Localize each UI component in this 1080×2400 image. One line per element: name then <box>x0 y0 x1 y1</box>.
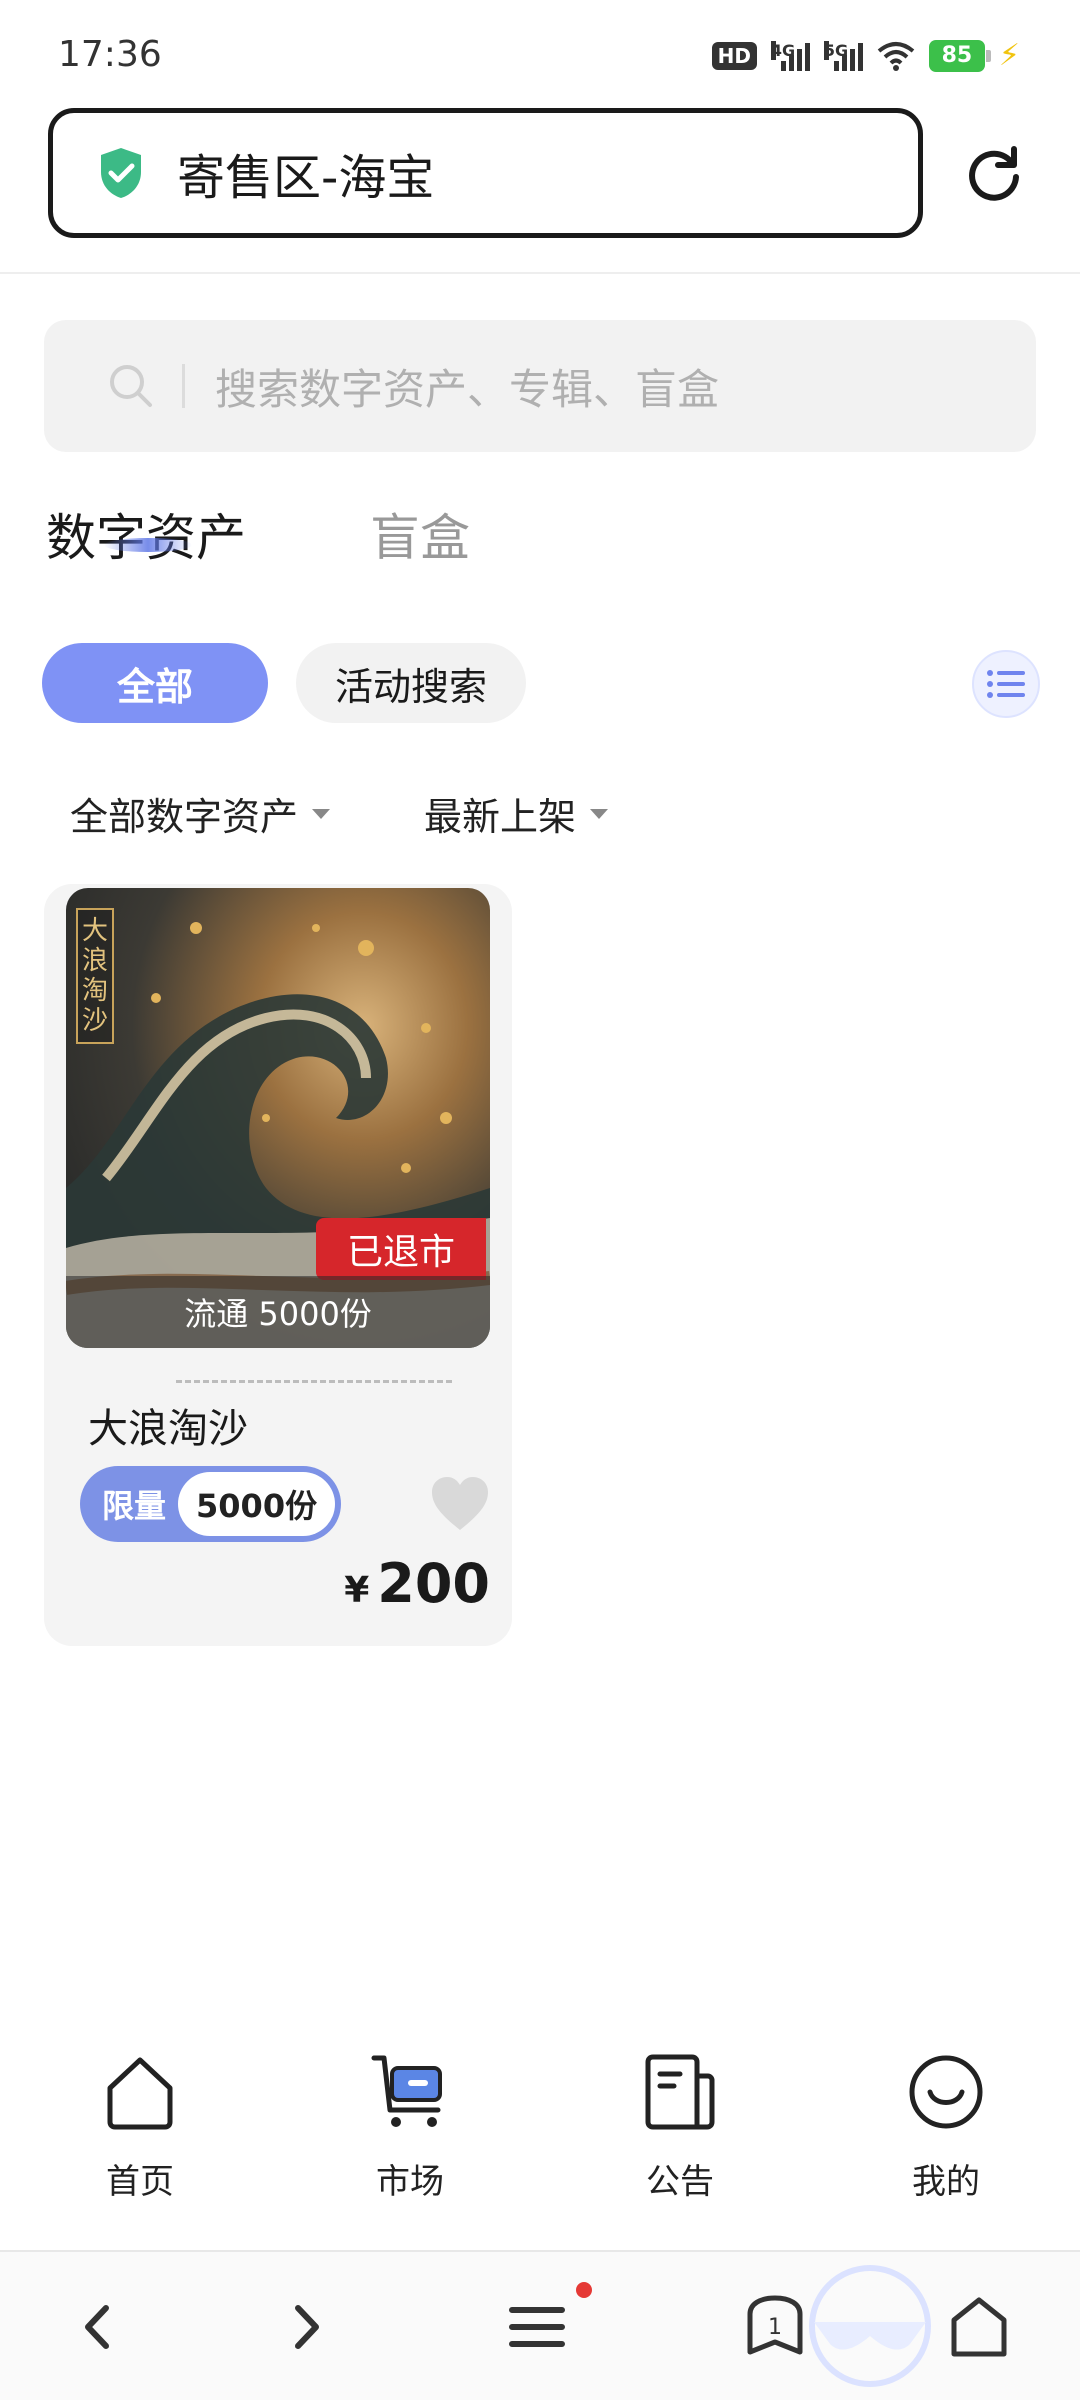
wifi-icon <box>877 41 915 71</box>
nav-item-home[interactable]: 首页 <box>40 2036 240 2203</box>
category-dropdown[interactable]: 全部数字资产 <box>70 786 331 841</box>
nav-label-home: 首页 <box>106 2162 174 2202</box>
search-icon <box>110 365 152 407</box>
product-image: 大浪淘沙 已退市 流通 5000份 <box>66 888 490 1348</box>
filter-activity-search-chip[interactable]: 活动搜索 <box>296 643 526 723</box>
hd-icon: HD <box>711 41 757 70</box>
favorite-heart-icon[interactable] <box>430 1476 490 1532</box>
header-divider <box>0 272 1080 274</box>
list-view-toggle[interactable] <box>972 650 1040 718</box>
search-placeholder: 搜索数字资产、专辑、盲盒 <box>215 364 720 414</box>
card-divider <box>176 1380 452 1383</box>
circulation-label: 流通 5000份 <box>66 1276 490 1348</box>
profile-icon <box>909 2055 983 2129</box>
sort-order-dropdown[interactable]: 最新上架 <box>424 786 609 841</box>
tab-digital-assets[interactable]: 数字资产 <box>46 498 246 570</box>
shield-check-icon <box>101 148 141 198</box>
nav-label-market: 市场 <box>376 2162 444 2202</box>
limit-label: 限量 <box>102 1487 167 1525</box>
signal-5g-icon: 5G <box>823 40 863 71</box>
status-icons: HD 4G 5G 85 ⚡ <box>711 38 1020 73</box>
svg-text:1: 1 <box>768 2315 782 2340</box>
product-card[interactable]: 大浪淘沙 已退市 流通 5000份 大浪淘沙 限量 5000份 ¥ 200 <box>44 884 512 1646</box>
signal-4g-icon: 4G <box>770 40 810 71</box>
category-dropdown-label: 全部数字资产 <box>70 795 299 839</box>
tab-active-indicator <box>104 538 192 552</box>
cart-icon <box>371 2055 442 2127</box>
browser-toolbar: 1 <box>0 2252 1080 2400</box>
nav-label-notice: 公告 <box>646 2162 714 2202</box>
price-currency: ¥ <box>344 1570 370 1611</box>
limited-edition-badge: 限量 5000份 <box>80 1466 342 1542</box>
forward-icon[interactable] <box>270 2292 340 2362</box>
price-value: 200 <box>377 1552 490 1615</box>
sort-order-label: 最新上架 <box>424 795 577 839</box>
home-page-icon[interactable] <box>944 2292 1014 2362</box>
tab-blind-box[interactable]: 盲盒 <box>370 498 470 570</box>
page-title: 寄售区-海宝 <box>177 150 435 206</box>
product-name: 大浪淘沙 <box>88 1406 248 1452</box>
notice-icon <box>645 2054 715 2130</box>
charging-icon: ⚡ <box>998 38 1020 73</box>
caret-down-icon <box>312 808 331 819</box>
search-divider <box>182 364 185 408</box>
notification-dot <box>576 2282 592 2298</box>
limit-count: 5000份 <box>178 1472 336 1536</box>
nav-item-notice[interactable]: 公告 <box>580 2036 780 2203</box>
back-icon[interactable] <box>64 2292 134 2362</box>
reload-icon[interactable] <box>964 143 1024 203</box>
status-bar: 17:36 HD 4G 5G 85 ⚡ <box>0 0 1080 100</box>
caret-down-icon <box>590 808 609 819</box>
app-bottom-nav: 首页 市场 公告 我的 <box>0 2036 1080 2256</box>
delisted-badge: 已退市 <box>316 1218 486 1280</box>
address-bar[interactable]: 寄售区-海宝 <box>48 108 923 238</box>
home-icon <box>107 2057 173 2130</box>
product-price: ¥ 200 <box>344 1552 490 1615</box>
nav-item-market[interactable]: 市场 <box>310 2036 510 2203</box>
search-input[interactable]: 搜索数字资产、专辑、盲盒 <box>44 320 1036 452</box>
list-icon <box>987 670 1025 698</box>
filter-all-chip[interactable]: 全部 <box>42 643 268 723</box>
mascot-icon <box>809 2265 931 2387</box>
nav-item-profile[interactable]: 我的 <box>846 2036 1046 2203</box>
nav-label-profile: 我的 <box>912 2162 980 2202</box>
status-time: 17:36 <box>58 34 162 75</box>
battery-icon: 85 <box>928 39 991 72</box>
menu-icon[interactable] <box>502 2292 572 2362</box>
artwork-title-seal: 大浪淘沙 <box>76 908 114 1044</box>
